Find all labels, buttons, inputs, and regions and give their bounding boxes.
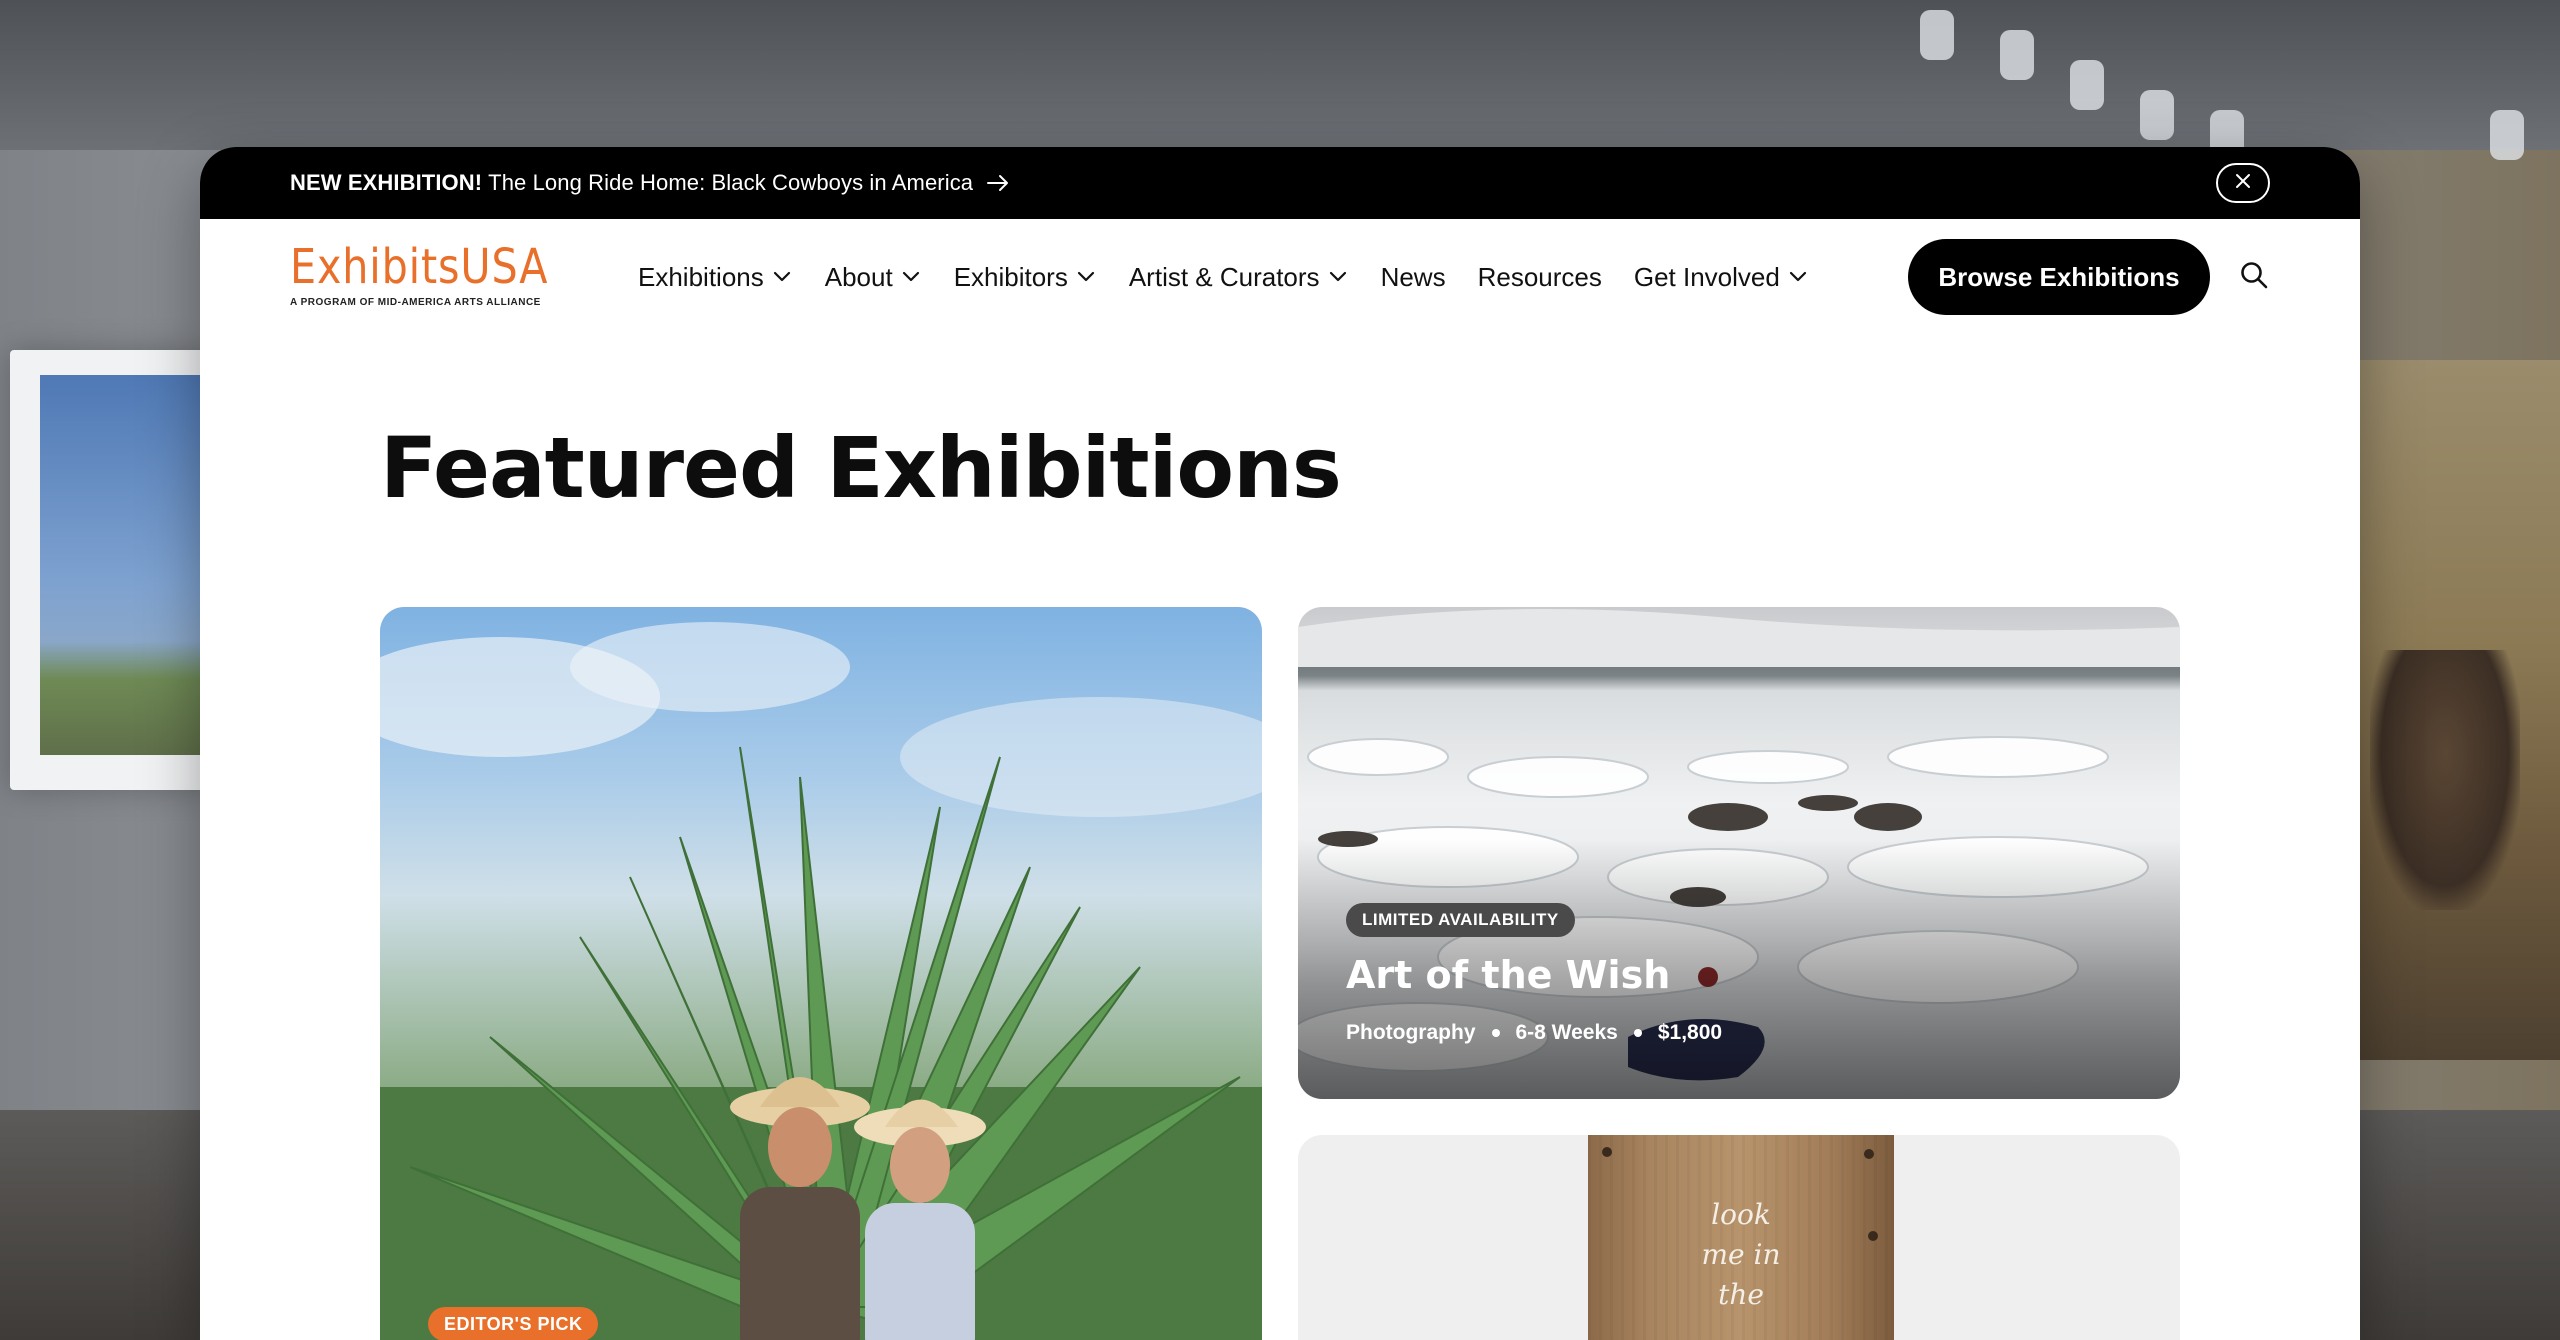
close-announcement-button[interactable] — [2216, 163, 2270, 203]
main-nav: Exhibitions About Exhibitors Artist & Cu… — [638, 219, 1841, 335]
backdrop-track-light — [2000, 30, 2034, 80]
nav-item-resources[interactable]: Resources — [1478, 262, 1602, 293]
feature-image-wood-block: look me in the — [1588, 1135, 1894, 1340]
feature-image-agave-couple — [380, 622, 1262, 1340]
arrow-right-icon — [987, 171, 1011, 195]
page-title: Featured Exhibitions — [380, 419, 1342, 517]
feature-card-editors-pick[interactable]: EDITOR'S PICK — [380, 607, 1262, 1340]
brand-logo[interactable]: ExhibitsUSA A PROGRAM OF MID-AMERICA ART… — [290, 241, 560, 311]
exhibition-title: Art of the Wish — [1346, 953, 1671, 997]
nav-item-get-involved[interactable]: Get Involved — [1634, 262, 1809, 293]
browse-exhibitions-button[interactable]: Browse Exhibitions — [1908, 239, 2210, 315]
chevron-down-icon — [902, 267, 922, 287]
meta-separator — [1491, 1029, 1500, 1037]
backdrop-track-light — [2140, 90, 2174, 140]
close-icon — [2235, 173, 2251, 194]
exhibition-meta: Photography 6-8 Weeks $1,800 — [1346, 1021, 1722, 1045]
nav-item-about[interactable]: About — [825, 262, 922, 293]
nail-detail — [1864, 1149, 1874, 1159]
exhibition-medium: Photography — [1346, 1021, 1476, 1044]
editors-pick-badge: EDITOR'S PICK — [428, 1307, 599, 1340]
nav-item-label: About — [824, 261, 893, 292]
limited-availability-badge: LIMITED AVAILABILITY — [1346, 903, 1575, 937]
nav-item-exhibitions[interactable]: Exhibitions — [638, 262, 793, 293]
nav-item-news[interactable]: News — [1381, 262, 1446, 293]
nail-detail — [1602, 1147, 1612, 1157]
nav-item-artist-curators[interactable]: Artist & Curators — [1129, 262, 1349, 293]
backdrop-framed-art-image — [40, 375, 210, 755]
backdrop-track-light — [2490, 110, 2524, 160]
exhibition-duration: 6-8 Weeks — [1515, 1021, 1618, 1044]
brand-tagline: A PROGRAM OF MID-AMERICA ARTS ALLIANCE — [290, 297, 541, 308]
backdrop-track-light — [1920, 10, 1954, 60]
feature-card-wood-block[interactable]: look me in the — [1298, 1135, 2180, 1340]
nav-item-label: Resources — [1477, 261, 1602, 292]
search-icon — [2239, 260, 2269, 295]
backdrop-ceiling — [0, 0, 2560, 150]
wood-handwriting: look me in the — [1701, 1198, 1781, 1311]
meta-separator — [1633, 1029, 1642, 1037]
nail-detail — [1868, 1231, 1878, 1241]
search-button[interactable] — [2236, 259, 2272, 295]
nav-item-label: Artist & Curators — [1128, 261, 1320, 292]
nav-item-label: Exhibitions — [638, 261, 764, 292]
backdrop-track-light — [2070, 60, 2104, 110]
site-header: ExhibitsUSA A PROGRAM OF MID-AMERICA ART… — [200, 219, 2360, 335]
announcement-bar: NEW EXHIBITION! The Long Ride Home: Blac… — [200, 147, 2360, 219]
chevron-down-icon — [773, 267, 793, 287]
announcement-text: The Long Ride Home: Black Cowboys in Ame… — [488, 170, 974, 195]
brand-name: ExhibitsUSA — [290, 239, 549, 295]
nav-item-label: News — [1380, 261, 1446, 292]
nav-item-label: Exhibitors — [953, 261, 1068, 292]
nav-item-label: Get Involved — [1633, 261, 1780, 292]
nav-item-exhibitors[interactable]: Exhibitors — [954, 262, 1097, 293]
chevron-down-icon — [1329, 267, 1349, 287]
site-window: NEW EXHIBITION! The Long Ride Home: Blac… — [200, 147, 2360, 1340]
feature-card-art-of-the-wish[interactable]: LIMITED AVAILABILITY Art of the Wish Pho… — [1298, 607, 2180, 1099]
backdrop-sculpture — [2370, 650, 2520, 910]
announcement-link[interactable]: NEW EXHIBITION! The Long Ride Home: Blac… — [290, 147, 1011, 219]
exhibition-fee: $1,800 — [1657, 1021, 1723, 1044]
chevron-down-icon — [1077, 267, 1097, 287]
chevron-down-icon — [1789, 267, 1809, 287]
announcement-label: NEW EXHIBITION! — [290, 170, 483, 195]
